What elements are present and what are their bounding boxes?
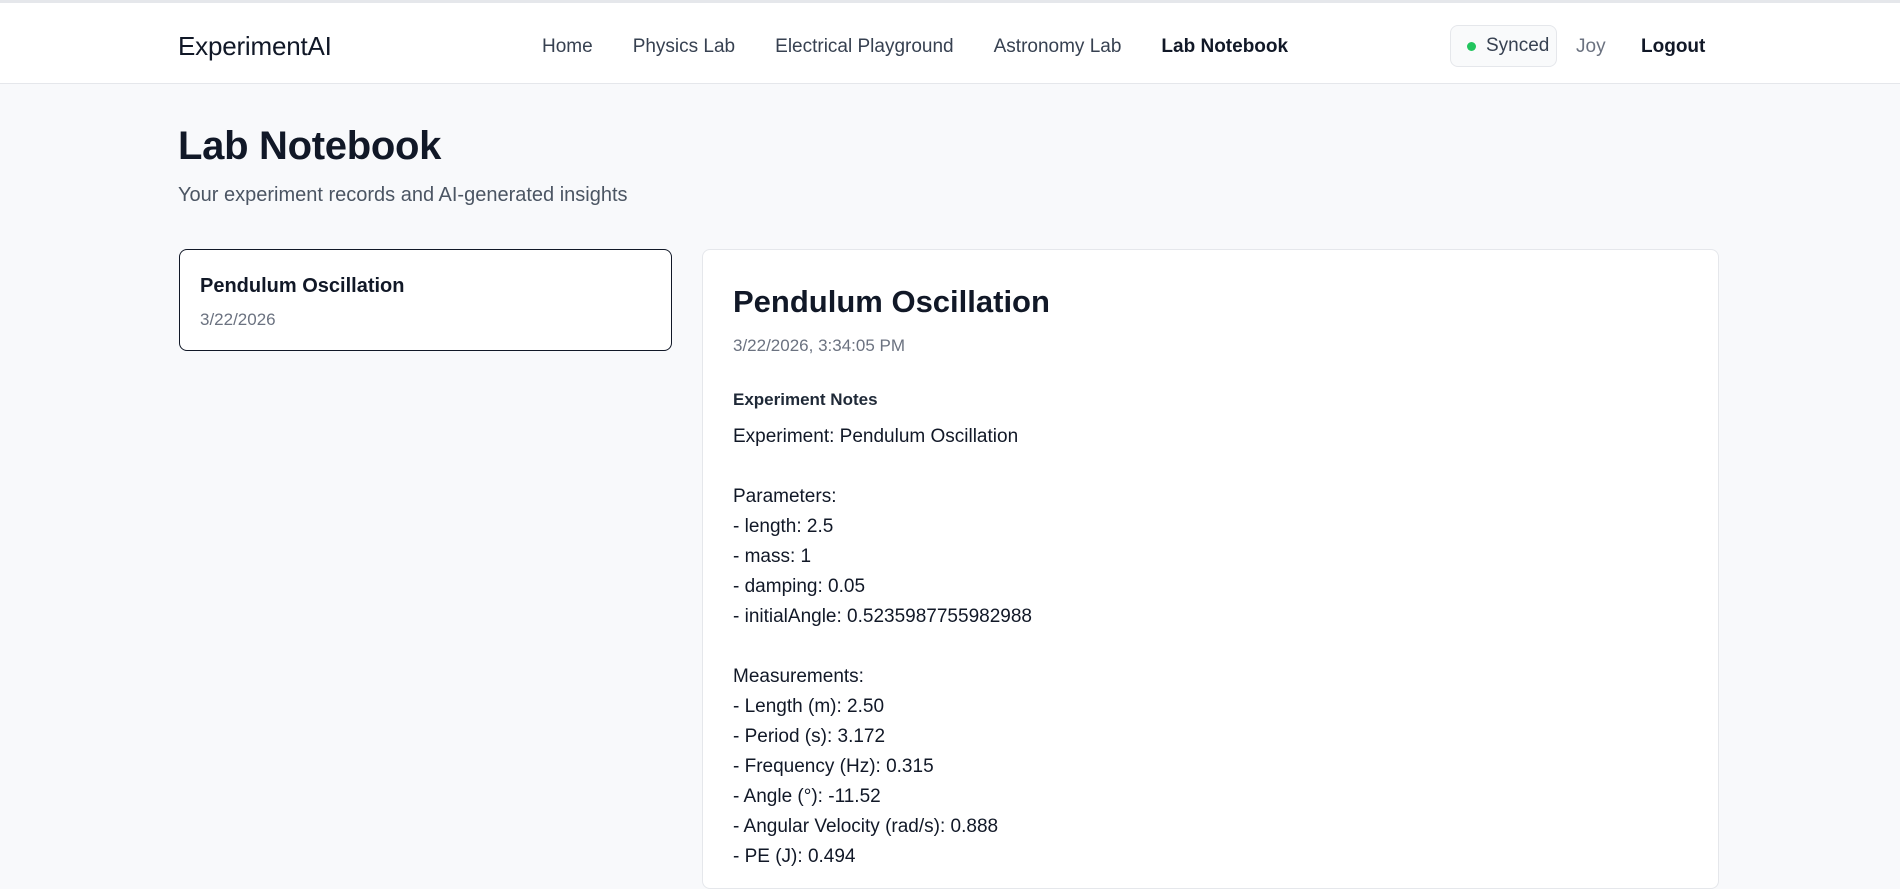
nav-electrical-playground[interactable]: Electrical Playground bbox=[775, 36, 953, 58]
sync-status-label: Synced bbox=[1486, 35, 1550, 56]
logout-button[interactable]: Logout bbox=[1641, 36, 1705, 58]
notes-line: - Angular Velocity (rad/s): 0.888 bbox=[733, 816, 999, 837]
experiment-item-title: Pendulum Oscillation bbox=[200, 275, 405, 297]
notes-body: Experiment: Pendulum Oscillation Paramet… bbox=[733, 422, 1688, 872]
notes-line: - Length (m): 2.50 bbox=[733, 696, 885, 717]
notes-line bbox=[733, 632, 1688, 662]
brand-logo[interactable]: ExperimentAI bbox=[178, 31, 332, 62]
sync-status-dot-icon bbox=[1467, 41, 1476, 51]
nav-physics-lab[interactable]: Physics Lab bbox=[633, 36, 735, 58]
notes-line: - initialAngle: 0.5235987755982988 bbox=[733, 606, 1032, 627]
notes-line: Parameters: bbox=[733, 486, 837, 507]
notes-line: - mass: 1 bbox=[733, 546, 812, 567]
notes-line: - Angle (°): -11.52 bbox=[733, 786, 881, 807]
page-title: Lab Notebook bbox=[178, 124, 442, 168]
notes-line: Experiment: Pendulum Oscillation bbox=[733, 426, 1019, 447]
main-nav: Home Physics Lab Electrical Playground A… bbox=[542, 36, 1288, 58]
notes-line: - length: 2.5 bbox=[733, 516, 834, 537]
nav-lab-notebook[interactable]: Lab Notebook bbox=[1161, 36, 1288, 58]
notes-line: - PE (J): 0.494 bbox=[733, 846, 856, 867]
detail-timestamp: 3/22/2026, 3:34:05 PM bbox=[733, 336, 906, 355]
top-navbar: ExperimentAI Home Physics Lab Electrical… bbox=[0, 0, 1900, 84]
experiment-detail-panel: Pendulum Oscillation 3/22/2026, 3:34:05 … bbox=[702, 249, 1719, 889]
user-name: Joy bbox=[1576, 36, 1606, 57]
page-subtitle: Your experiment records and AI-generated… bbox=[178, 184, 628, 206]
sync-status-badge: Synced bbox=[1450, 25, 1557, 67]
experiment-item-date: 3/22/2026 bbox=[200, 310, 276, 329]
nav-astronomy-lab[interactable]: Astronomy Lab bbox=[994, 36, 1122, 58]
detail-title: Pendulum Oscillation bbox=[733, 284, 1050, 319]
experiment-list-item[interactable]: Pendulum Oscillation 3/22/2026 bbox=[179, 249, 672, 351]
notes-label: Experiment Notes bbox=[733, 390, 878, 409]
notes-line: Measurements: bbox=[733, 666, 864, 687]
notes-line: - damping: 0.05 bbox=[733, 576, 866, 597]
notes-line: - Period (s): 3.172 bbox=[733, 726, 886, 747]
nav-home[interactable]: Home bbox=[542, 36, 593, 58]
notes-line: - Frequency (Hz): 0.315 bbox=[733, 756, 934, 777]
notes-line bbox=[733, 452, 1688, 482]
